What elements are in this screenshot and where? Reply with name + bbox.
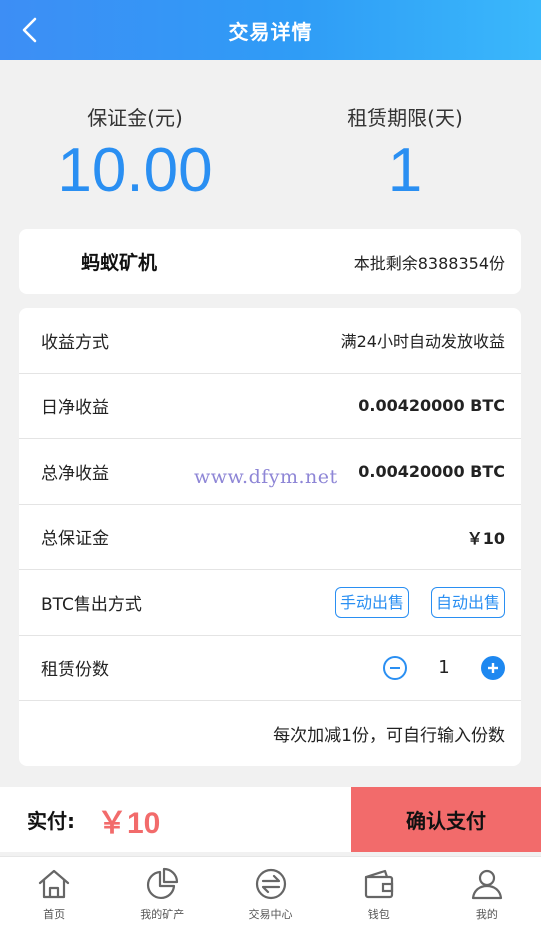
total-income-label: 总净收益 (41, 463, 109, 484)
back-button[interactable] (14, 14, 46, 46)
daily-income-row: 日净收益 0.00420000 BTC (19, 374, 521, 439)
chevron-left-icon (22, 17, 37, 43)
quantity-row: 租赁份数 (19, 636, 521, 701)
auto-sell-button[interactable]: 自动出售 (430, 586, 505, 618)
details-card: 收益方式 满24小时自动发放收益 日净收益 0.00420000 BTC 总净收… (19, 308, 521, 766)
manual-sell-button[interactable]: 手动出售 (334, 586, 409, 618)
product-card: 蚂蚁矿机 本批剩余8388354份 (19, 229, 521, 294)
tab-mine-label: 我的 (475, 908, 498, 921)
page-title: 交易详情 (228, 19, 313, 44)
user-icon (471, 869, 503, 900)
tab-trade-center-label: 交易中心 (248, 908, 293, 921)
tab-wallet-label: 钱包 (367, 908, 390, 921)
watermark: www.dfym.net (194, 466, 338, 488)
deposit-value: 10.00 (57, 136, 213, 205)
decrease-button[interactable] (383, 655, 407, 680)
income-method-row: 收益方式 满24小时自动发放收益 (19, 308, 521, 374)
minus-icon (390, 666, 400, 669)
period-label: 租赁期限(天) (347, 106, 463, 130)
product-name: 蚂蚁矿机 (81, 252, 158, 274)
quantity-input[interactable] (407, 657, 481, 679)
tab-mine[interactable]: 我的 (433, 857, 541, 928)
sell-method-row: BTC售出方式 手动出售 自动出售 (19, 570, 521, 636)
home-icon (38, 869, 70, 899)
total-deposit-label: 总保证金 (41, 529, 109, 550)
tab-wallet[interactable]: 钱包 (325, 857, 433, 928)
tab-trade-center[interactable]: 交易中心 (216, 857, 324, 928)
quantity-hint: 每次加减1份，可自行输入份数 (273, 726, 505, 747)
tab-home[interactable]: 首页 (0, 857, 108, 928)
pay-amount: ￥10 (97, 806, 161, 840)
income-method-label: 收益方式 (41, 332, 109, 353)
deposit-label: 保证金(元) (87, 106, 183, 130)
pie-chart-icon (147, 867, 179, 899)
top-header: 交易详情 (0, 0, 541, 60)
daily-income-label: 日净收益 (41, 398, 109, 419)
plus-icon (488, 662, 498, 673)
sell-method-options: 手动出售 自动出售 (334, 586, 505, 618)
deposit-stat: 保证金(元) 10.00 (0, 100, 270, 210)
pay-label: 实付: (27, 809, 75, 833)
summary-stats: 保证金(元) 10.00 租赁期限(天) 1 (0, 100, 541, 210)
income-method-value: 满24小时自动发放收益 (340, 332, 505, 352)
quantity-stepper (383, 655, 505, 680)
confirm-pay-button[interactable]: 确认支付 (351, 787, 541, 852)
tab-home-label: 首页 (43, 908, 66, 921)
exchange-icon (255, 868, 286, 900)
total-deposit-row: 总保证金 ￥10 (19, 505, 521, 570)
daily-income-value: 0.00420000 BTC (358, 396, 505, 416)
sell-method-label: BTC售出方式 (41, 594, 142, 615)
tab-my-mining[interactable]: 我的矿产 (108, 857, 216, 928)
increase-button[interactable] (481, 655, 505, 680)
total-income-value: 0.00420000 BTC (358, 461, 505, 481)
remaining-count: 本批剩余8388354份 (353, 253, 505, 273)
tab-my-mining-label: 我的矿产 (140, 908, 185, 921)
period-value: 1 (387, 136, 423, 205)
hint-row: 每次加减1份，可自行输入份数 (19, 701, 521, 766)
bottom-tab-bar: 首页 我的矿产 交易中心 钱包 我的 (0, 856, 541, 928)
payment-bar: 实付: ￥10 确认支付 (0, 787, 541, 852)
period-stat: 租赁期限(天) 1 (270, 100, 540, 210)
total-deposit-value: ￥10 (466, 528, 505, 548)
wallet-icon (364, 869, 393, 899)
quantity-label: 租赁份数 (41, 660, 109, 681)
